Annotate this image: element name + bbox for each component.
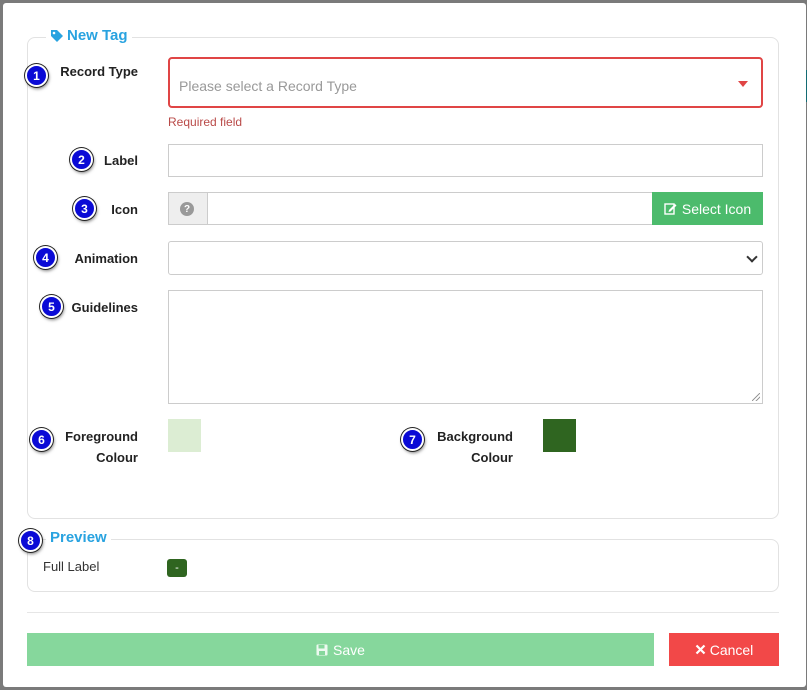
select-icon-button[interactable]: Select Icon <box>652 192 763 225</box>
save-label: Save <box>333 641 365 658</box>
foreground-colour-swatch[interactable] <box>168 419 201 452</box>
save-icon <box>316 644 328 655</box>
preview-fieldset <box>27 539 779 592</box>
step-badge-7: 7 <box>401 428 424 451</box>
icon-preview-addon: ? <box>168 192 208 225</box>
new-tag-title: New Tag <box>67 27 128 44</box>
background-colour-swatch[interactable] <box>543 419 576 452</box>
animation-select[interactable] <box>168 241 763 275</box>
record-type-select[interactable]: Please select a Record Type <box>168 57 763 108</box>
step-badge-3: 3 <box>73 197 96 220</box>
step-badge-8: 8 <box>19 529 42 552</box>
background-label-line1: Background <box>437 429 513 444</box>
step-badge-1: 1 <box>25 64 48 87</box>
background-label-line2: Colour <box>471 450 513 465</box>
close-icon <box>695 644 705 655</box>
caret-down-icon <box>738 81 748 87</box>
resize-grip-icon[interactable] <box>752 393 760 401</box>
record-type-label: Record Type <box>60 64 138 79</box>
preview-title: Preview <box>50 529 107 546</box>
preview-legend: Preview <box>46 529 111 546</box>
cancel-label: Cancel <box>709 641 754 658</box>
new-tag-modal: New Tag 1 Record Type Please select a Re… <box>3 3 806 687</box>
question-icon: ? <box>180 202 194 216</box>
cancel-button[interactable]: Cancel <box>669 633 779 666</box>
select-icon-label: Select Icon <box>681 200 752 217</box>
tag-icon <box>51 29 63 42</box>
save-button[interactable]: Save <box>27 633 654 666</box>
full-label-text: Full Label <box>43 559 100 574</box>
icon-field-label: Icon <box>111 202 138 217</box>
record-type-error: Required field <box>168 115 243 129</box>
preview-tag-pill: - <box>167 559 187 577</box>
footer-divider <box>27 612 779 613</box>
chevron-down-icon <box>746 251 758 263</box>
label-field-label: Label <box>104 153 138 168</box>
animation-label: Animation <box>74 251 138 266</box>
step-badge-4: 4 <box>34 246 57 269</box>
guidelines-textarea[interactable] <box>168 290 763 404</box>
edit-icon <box>664 203 677 215</box>
record-type-placeholder: Please select a Record Type <box>179 78 357 94</box>
guidelines-label: Guidelines <box>71 300 138 315</box>
foreground-label-line2: Colour <box>96 450 138 465</box>
foreground-label-line1: Foreground <box>65 429 138 444</box>
step-badge-6: 6 <box>30 428 53 451</box>
icon-input[interactable] <box>207 192 653 225</box>
step-badge-2: 2 <box>70 148 93 171</box>
label-input[interactable] <box>168 144 763 177</box>
step-badge-5: 5 <box>40 295 63 318</box>
new-tag-legend: New Tag <box>46 27 132 44</box>
